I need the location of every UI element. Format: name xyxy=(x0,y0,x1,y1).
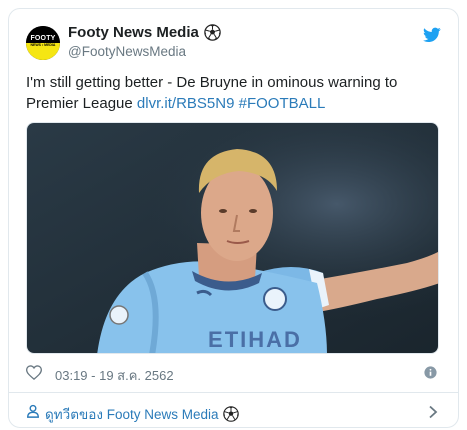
tweet-text: I'm still getting better - De Bruyne in … xyxy=(26,72,446,114)
avatar-logo-subtext: NEWS • MEDIA xyxy=(30,43,56,47)
author-handle[interactable]: @FootyNewsMedia xyxy=(68,44,186,59)
tweet-link[interactable]: dlvr.it/RBS5N9 xyxy=(137,95,235,112)
avatar-logo-text: FOOTY xyxy=(30,35,56,42)
tweet-timestamp[interactable]: 03:19 - 19 ส.ค. 2562 xyxy=(55,365,174,386)
heart-icon[interactable] xyxy=(26,365,42,380)
author-name-row[interactable]: Footy News Media xyxy=(68,24,221,41)
author-display-name[interactable]: Footy News Media xyxy=(68,24,199,41)
avatar[interactable]: FOOTY NEWS • MEDIA xyxy=(26,26,60,60)
jersey-sponsor-text: ETIHAD xyxy=(208,327,302,352)
view-profile-footer[interactable]: ดูทวีตของ Footy News Media xyxy=(9,392,458,427)
tweet-hashtag[interactable]: #FOOTBALL xyxy=(239,95,326,112)
view-tweets-label[interactable]: ดูทวีตของ Footy News Media xyxy=(45,403,218,425)
tweet-meta: 03:19 - 19 ส.ค. 2562 xyxy=(26,363,441,383)
view-tweets-link[interactable]: ดูทวีตของ Footy News Media xyxy=(45,403,240,425)
twitter-bird-icon[interactable] xyxy=(423,27,441,43)
person-icon xyxy=(27,404,39,418)
embedded-tweet-card: FOOTY NEWS • MEDIA Footy News Media @Foo… xyxy=(8,8,459,428)
info-icon[interactable] xyxy=(424,366,437,379)
soccer-ball-icon xyxy=(223,406,240,422)
tweet-media-image[interactable]: ETIHAD xyxy=(26,122,439,354)
soccer-ball-icon xyxy=(204,24,221,41)
photo-footballer: ETIHAD xyxy=(27,123,438,353)
tweet-header: FOOTY NEWS • MEDIA Footy News Media @Foo… xyxy=(26,23,441,63)
chevron-right-icon[interactable] xyxy=(428,405,438,419)
